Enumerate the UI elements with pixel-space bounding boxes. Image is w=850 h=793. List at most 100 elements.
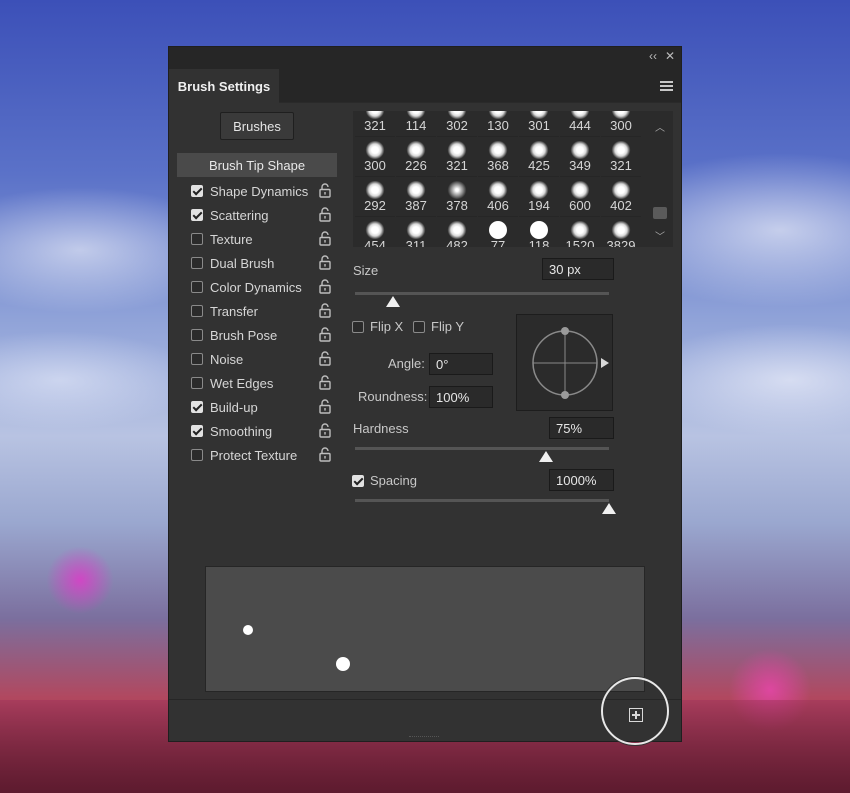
- option-row[interactable]: Brush Pose: [177, 323, 337, 347]
- option-checkbox[interactable]: [191, 233, 203, 245]
- scroll-thumb[interactable]: [653, 207, 667, 219]
- option-checkbox[interactable]: [191, 329, 203, 341]
- option-label[interactable]: Scattering: [210, 208, 269, 223]
- brush-tip-cell[interactable]: 321: [437, 137, 477, 177]
- brush-tip-cell[interactable]: 378: [437, 177, 477, 217]
- option-checkbox[interactable]: [191, 353, 203, 365]
- option-row[interactable]: Color Dynamics: [177, 275, 337, 299]
- option-row[interactable]: Scattering: [177, 203, 337, 227]
- lock-icon[interactable]: [319, 327, 331, 342]
- size-slider-track[interactable]: [355, 292, 609, 295]
- lock-icon[interactable]: [319, 399, 331, 414]
- brush-tip-cell[interactable]: 321: [355, 111, 395, 137]
- lock-icon[interactable]: [319, 351, 331, 366]
- lock-icon[interactable]: [319, 231, 331, 246]
- option-row[interactable]: Shape Dynamics: [177, 179, 337, 203]
- brush-tip-cell[interactable]: 349: [560, 137, 600, 177]
- angle-field[interactable]: 0°: [429, 353, 493, 375]
- lock-icon[interactable]: [319, 279, 331, 294]
- brush-tip-cell[interactable]: 3829: [601, 217, 641, 247]
- tab-brush-settings[interactable]: Brush Settings: [169, 69, 279, 103]
- brush-tip-cell[interactable]: 444: [560, 111, 600, 137]
- brushes-button[interactable]: Brushes: [220, 112, 294, 140]
- option-row[interactable]: Wet Edges: [177, 371, 337, 395]
- option-checkbox[interactable]: [191, 209, 203, 221]
- option-row[interactable]: Build-up: [177, 395, 337, 419]
- brush-grid-scrollbar[interactable]: ︿ ﹀: [647, 111, 673, 247]
- option-label[interactable]: Noise: [210, 352, 243, 367]
- panel-menu-icon[interactable]: [660, 81, 673, 91]
- spacing-checkbox[interactable]: [352, 475, 364, 487]
- scroll-down-icon[interactable]: ﹀: [655, 228, 665, 243]
- option-checkbox[interactable]: [191, 257, 203, 269]
- brush-tip-cell[interactable]: 311: [396, 217, 436, 247]
- option-label[interactable]: Dual Brush: [210, 256, 274, 271]
- angle-roundness-widget[interactable]: [516, 314, 613, 411]
- option-row[interactable]: Transfer: [177, 299, 337, 323]
- option-checkbox[interactable]: [191, 185, 203, 197]
- option-label[interactable]: Texture: [210, 232, 253, 247]
- brush-tip-cell[interactable]: 77: [478, 217, 518, 247]
- brush-tip-cell[interactable]: 302: [437, 111, 477, 137]
- option-label[interactable]: Wet Edges: [210, 376, 273, 391]
- option-checkbox[interactable]: [191, 425, 203, 437]
- option-label[interactable]: Build-up: [210, 400, 258, 415]
- lock-icon[interactable]: [319, 183, 331, 198]
- lock-icon[interactable]: [319, 255, 331, 270]
- option-checkbox[interactable]: [191, 401, 203, 413]
- brush-tip-cell[interactable]: 114: [396, 111, 436, 137]
- option-brush-tip-shape[interactable]: Brush Tip Shape: [177, 153, 337, 177]
- close-panel-icon[interactable]: ✕: [665, 49, 675, 63]
- hardness-slider-track[interactable]: [355, 447, 609, 450]
- lock-icon[interactable]: [319, 447, 331, 462]
- lock-icon[interactable]: [319, 375, 331, 390]
- spacing-slider-thumb[interactable]: [602, 503, 616, 514]
- option-label[interactable]: Transfer: [210, 304, 258, 319]
- brush-tip-cell[interactable]: 1520: [560, 217, 600, 247]
- resize-grip[interactable]: [409, 736, 439, 739]
- option-checkbox[interactable]: [191, 449, 203, 461]
- flip-x-checkbox[interactable]: [352, 321, 364, 333]
- lock-icon[interactable]: [319, 303, 331, 318]
- option-checkbox[interactable]: [191, 377, 203, 389]
- option-label[interactable]: Shape Dynamics: [210, 184, 308, 199]
- brush-tip-cell[interactable]: 368: [478, 137, 518, 177]
- brush-tip-cell[interactable]: 301: [519, 111, 559, 137]
- spacing-slider-track[interactable]: [355, 499, 609, 502]
- scroll-up-icon[interactable]: ︿: [655, 119, 665, 134]
- spacing-field[interactable]: 1000%: [549, 469, 614, 491]
- lock-icon[interactable]: [319, 423, 331, 438]
- option-row[interactable]: Smoothing: [177, 419, 337, 443]
- option-label[interactable]: Color Dynamics: [210, 280, 302, 295]
- brush-tip-cell[interactable]: 406: [478, 177, 518, 217]
- flip-y-checkbox[interactable]: [413, 321, 425, 333]
- brush-tip-cell[interactable]: 387: [396, 177, 436, 217]
- brush-tip-cell[interactable]: 300: [601, 111, 641, 137]
- option-label[interactable]: Brush Pose: [210, 328, 277, 343]
- brush-tip-cell[interactable]: 300: [355, 137, 395, 177]
- brush-tip-cell[interactable]: 130: [478, 111, 518, 137]
- hardness-field[interactable]: 75%: [549, 417, 614, 439]
- brush-tip-cell[interactable]: 321: [601, 137, 641, 177]
- collapse-panel-icon[interactable]: ‹‹: [649, 49, 657, 63]
- brush-tip-cell[interactable]: 226: [396, 137, 436, 177]
- brush-tip-cell[interactable]: 402: [601, 177, 641, 217]
- option-row[interactable]: Dual Brush: [177, 251, 337, 275]
- brush-tip-cell[interactable]: 482: [437, 217, 477, 247]
- option-row[interactable]: Protect Texture: [177, 443, 337, 467]
- brush-tip-cell[interactable]: 292: [355, 177, 395, 217]
- brush-tip-cell[interactable]: 118: [519, 217, 559, 247]
- option-checkbox[interactable]: [191, 281, 203, 293]
- size-slider-thumb[interactable]: [386, 296, 401, 307]
- option-label[interactable]: Protect Texture: [210, 448, 297, 463]
- hardness-slider-thumb[interactable]: [538, 451, 553, 462]
- option-row[interactable]: Texture: [177, 227, 337, 251]
- lock-icon[interactable]: [319, 207, 331, 222]
- brush-tip-cell[interactable]: 425: [519, 137, 559, 177]
- roundness-field[interactable]: 100%: [429, 386, 493, 408]
- option-row[interactable]: Noise: [177, 347, 337, 371]
- option-checkbox[interactable]: [191, 305, 203, 317]
- brush-tip-cell[interactable]: 194: [519, 177, 559, 217]
- option-label[interactable]: Smoothing: [210, 424, 272, 439]
- brush-tip-cell[interactable]: 454: [355, 217, 395, 247]
